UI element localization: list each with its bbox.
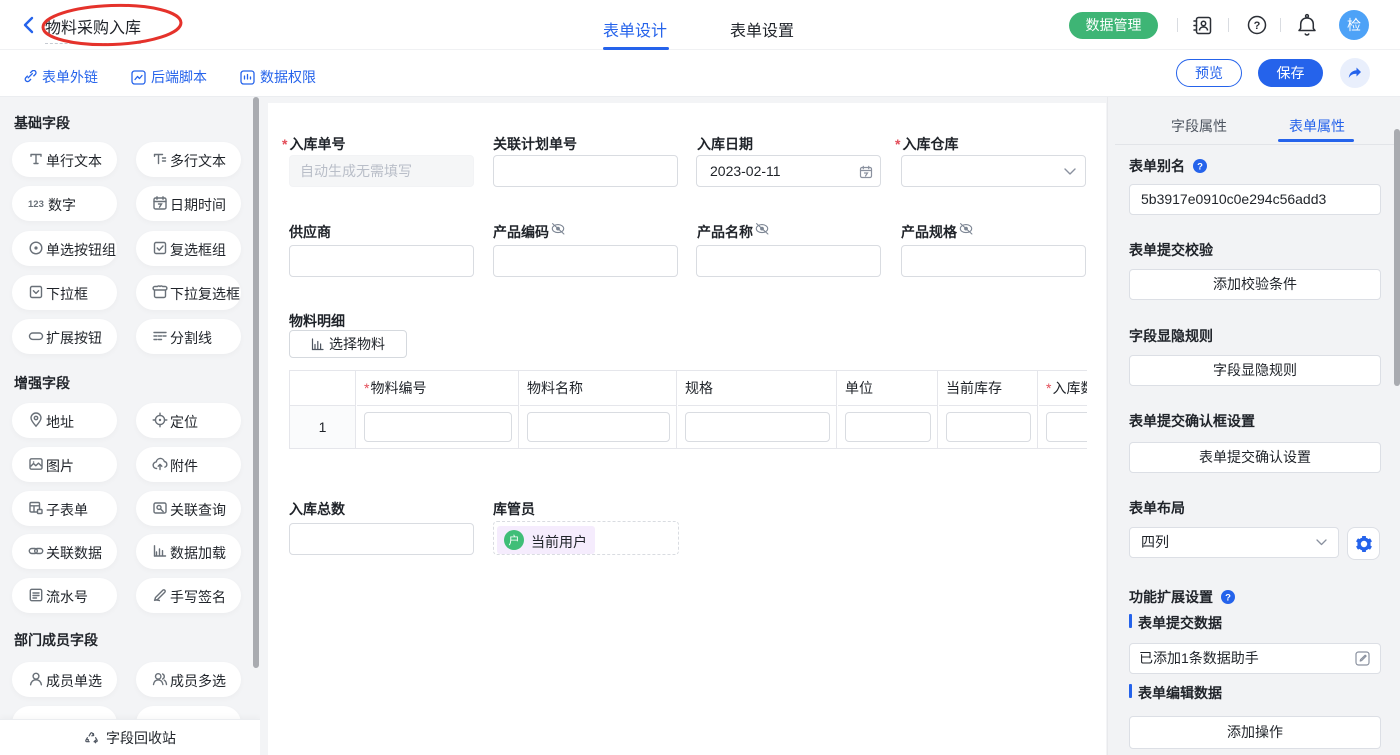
svg-text:?: ? xyxy=(1197,161,1203,172)
svg-text:123: 123 xyxy=(28,199,44,210)
svg-text:?: ? xyxy=(1254,20,1261,32)
svg-text:?: ? xyxy=(1225,592,1231,603)
svg-text:户: 户 xyxy=(509,533,520,547)
